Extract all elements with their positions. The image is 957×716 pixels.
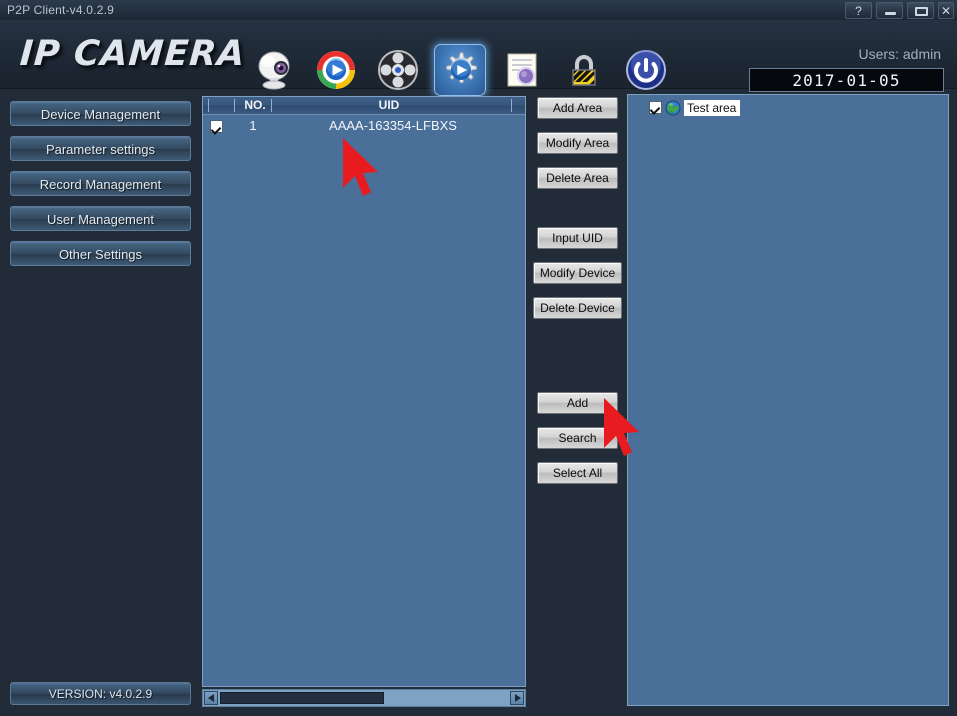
scrollbar-thumb[interactable]: [220, 692, 384, 704]
horizontal-scrollbar[interactable]: [202, 689, 526, 707]
record-reel-icon[interactable]: [372, 44, 424, 96]
sidebar-item-record-management[interactable]: Record Management: [10, 171, 191, 196]
row-no-cell: 1: [249, 118, 257, 133]
action-button-column: Add Area Modify Area Delete Area Input U…: [528, 89, 626, 716]
sidebar-item-device-management[interactable]: Device Management: [10, 101, 191, 126]
close-button[interactable]: ✕: [938, 2, 954, 19]
column-header-no[interactable]: NO.: [237, 97, 273, 115]
globe-icon: [665, 100, 681, 115]
search-button[interactable]: Search: [537, 427, 618, 449]
sidebar: Device Management Parameter settings Rec…: [0, 89, 200, 716]
area-tree-panel[interactable]: Test area: [627, 94, 949, 706]
sidebar-item-parameter-settings[interactable]: Parameter settings: [10, 136, 191, 161]
header-separator: [271, 99, 272, 112]
tree-item-checkbox[interactable]: [649, 101, 662, 114]
minimize-icon: [885, 12, 896, 15]
sidebar-item-user-management[interactable]: User Management: [10, 206, 191, 231]
add-button[interactable]: Add: [537, 392, 618, 414]
header-separator: [511, 99, 512, 112]
device-list-panel[interactable]: NO. UID 1 AAAA-163354-LFBXS: [202, 96, 526, 687]
modify-device-button[interactable]: Modify Device: [533, 262, 622, 284]
help-button[interactable]: ?: [845, 2, 872, 19]
datetime-display: 2017-01-05 08:30:57: [749, 68, 944, 114]
scroll-right-arrow-icon[interactable]: [510, 691, 524, 705]
table-row[interactable]: 1 AAAA-163354-LFBXS: [203, 116, 525, 138]
user-label: Users: admin: [858, 46, 941, 62]
app-header: IP CAMERA Users: admin 2017-01-05: [0, 20, 957, 114]
playback-icon[interactable]: [310, 44, 362, 96]
modify-area-button[interactable]: Modify Area: [537, 132, 618, 154]
minimize-button[interactable]: [876, 2, 903, 19]
settings-gear-icon[interactable]: [434, 44, 486, 96]
version-label: VERSION: v4.0.2.9: [10, 682, 191, 705]
maximize-icon: [915, 7, 928, 16]
application-window: P2P Client-v4.0.2.9 ? ✕ IP CAMERA Users:…: [0, 0, 957, 716]
window-title: P2P Client-v4.0.2.9: [7, 3, 114, 17]
select-all-button[interactable]: Select All: [537, 462, 618, 484]
live-view-icon[interactable]: [248, 44, 300, 96]
power-icon[interactable]: [620, 44, 672, 96]
header-separator: [234, 99, 235, 112]
delete-device-button[interactable]: Delete Device: [533, 297, 622, 319]
sidebar-item-other-settings[interactable]: Other Settings: [10, 241, 191, 266]
header-separator: [208, 99, 209, 112]
column-header-uid[interactable]: UID: [275, 97, 503, 115]
scroll-left-arrow-icon[interactable]: [204, 691, 218, 705]
device-list-header: NO. UID: [203, 97, 525, 115]
row-uid-cell: AAAA-163354-LFBXS: [329, 118, 457, 133]
delete-area-button[interactable]: Delete Area: [537, 167, 618, 189]
app-logo: IP CAMERA: [18, 34, 247, 74]
row-checkbox[interactable]: [210, 120, 223, 133]
input-uid-button[interactable]: Input UID: [537, 227, 618, 249]
tree-item-label: Test area: [684, 99, 741, 116]
maximize-button[interactable]: [907, 2, 934, 19]
title-bar: P2P Client-v4.0.2.9 ? ✕: [0, 0, 957, 21]
tree-item-test-area[interactable]: Test area: [649, 99, 741, 116]
add-area-button[interactable]: Add Area: [537, 97, 618, 119]
